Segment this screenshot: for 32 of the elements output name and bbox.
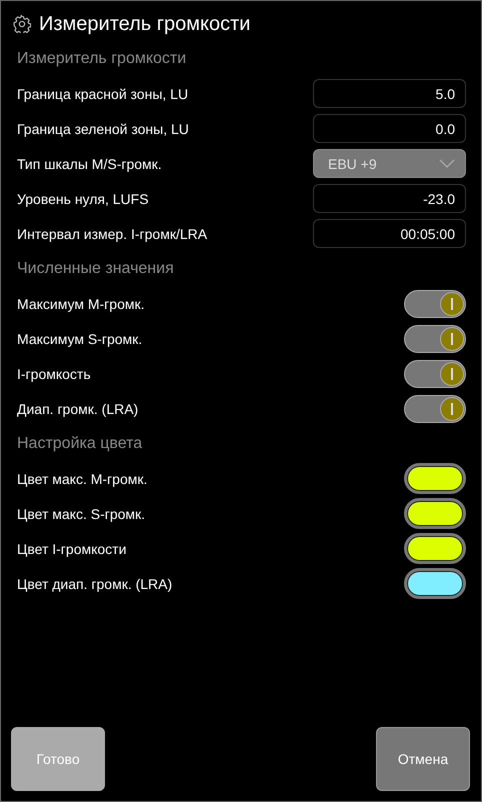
- toggle-switch[interactable]: [404, 360, 466, 388]
- input-field[interactable]: 0.0: [313, 114, 466, 143]
- color-swatch[interactable]: [404, 533, 466, 564]
- settings-icon: [13, 15, 31, 33]
- setting-label: Цвет диап. громк. (LRA): [17, 576, 172, 592]
- setting-label: Цвет макс. S-громк.: [17, 506, 146, 522]
- setting-label: Граница зеленой зоны, LU: [17, 120, 189, 136]
- setting-label: I-громкость: [17, 366, 91, 382]
- setting-label: Граница красной зоны, LU: [17, 86, 188, 102]
- setting-label: Уровень нуля, LUFS: [17, 190, 149, 206]
- input-field[interactable]: -23.0: [313, 184, 466, 213]
- toggle-switch[interactable]: [404, 394, 466, 422]
- setting-label: Интервал измер. I-громк/LRA: [17, 226, 208, 242]
- setting-label: Тип шкалы M/S-громк.: [17, 156, 162, 172]
- section-heading: Численные значения: [17, 260, 174, 278]
- toggle-switch[interactable]: [404, 290, 466, 318]
- setting-label: Цвет I-громкости: [17, 540, 126, 556]
- section-heading: Настройка цвета: [17, 434, 142, 452]
- setting-label: Максимум S-громк.: [17, 330, 142, 346]
- toggle-switch[interactable]: [404, 324, 466, 352]
- input-field[interactable]: 5.0: [313, 79, 466, 108]
- setting-label: Диап. громк. (LRA): [17, 400, 138, 416]
- color-swatch[interactable]: [404, 463, 466, 494]
- chevron-down-icon: [439, 159, 455, 168]
- color-swatch[interactable]: [404, 568, 466, 599]
- setting-label: Цвет макс. M-громк.: [17, 470, 148, 486]
- input-field[interactable]: 00:05:00: [313, 219, 466, 248]
- setting-label: Максимум M-громк.: [17, 296, 144, 312]
- color-swatch[interactable]: [404, 498, 466, 529]
- cancel-button[interactable]: Отмена: [376, 727, 470, 791]
- section-heading: Измеритель громкости: [17, 50, 186, 68]
- window-title: Измеритель громкости: [39, 12, 250, 36]
